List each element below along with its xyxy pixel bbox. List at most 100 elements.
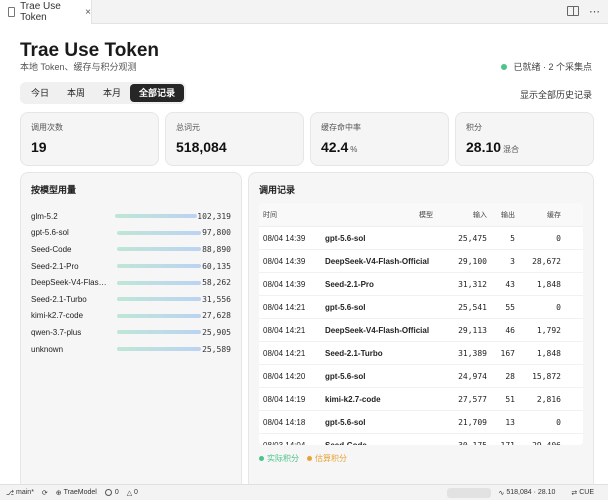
statusbar-button[interactable]: [446, 487, 491, 498]
cell-time: 08/04 14:20: [263, 371, 306, 381]
list-item: glm-5.2 102,319: [31, 208, 231, 225]
token-summary[interactable]: ∿ 518,084 · 28.10: [499, 489, 556, 497]
cell-input: 31,389: [458, 348, 487, 358]
cell-model: kimi-k2.7-code: [325, 394, 381, 404]
cell-output: 51: [505, 394, 515, 404]
usage-bar: [117, 313, 201, 318]
remote-icon: ⊕: [55, 489, 64, 497]
table-row[interactable]: 08/04 14:18 gpt-5.6-sol 21,709 13 0: [259, 411, 583, 434]
close-icon[interactable]: ×: [85, 7, 91, 18]
table-row[interactable]: 08/04 14:21 Seed-2.1-Turbo 31,389 167 1,848: [259, 342, 583, 365]
tab-all-records[interactable]: 全部记录: [130, 84, 185, 102]
time-range-tabs: 今日 本周 本月 全部记录: [20, 82, 187, 104]
sync-indicator[interactable]: ⟳: [42, 489, 48, 497]
cell-time: 08/04 14:39: [263, 279, 306, 289]
cell-input: 25,475: [458, 233, 487, 243]
usage-bar: [117, 330, 201, 335]
cell-cache: 1,848: [536, 279, 561, 289]
errors-indicator[interactable]: 0: [104, 489, 119, 496]
branch-icon: ⎇: [6, 489, 17, 497]
cell-time: 08/03 14:04: [263, 440, 306, 446]
tab-this-week[interactable]: 本周: [58, 84, 94, 102]
col-cache: 缓存: [547, 211, 561, 219]
cell-cache: 1,848: [536, 348, 561, 358]
table-header: 时间 模型 输入 输出 缓存: [259, 203, 583, 227]
cell-input: 24,974: [458, 371, 487, 381]
document-icon: [8, 7, 16, 17]
stat-value: 28.10 混合: [466, 139, 520, 155]
stat-label: 总词元: [176, 123, 200, 132]
status-text: 已就绪 · 2 个采集点: [513, 62, 592, 72]
list-item: DeepSeek-V4-Flash-Official 58,262: [31, 274, 231, 291]
activity-icon: ∿: [498, 489, 507, 497]
cell-input: 21,709: [458, 417, 487, 427]
col-time: 时间: [263, 211, 277, 219]
sync-icon: ⟳: [41, 489, 48, 497]
cue-indicator[interactable]: ⇄ CUE: [571, 489, 594, 497]
remote-indicator[interactable]: ⊕ TraeModel: [56, 489, 97, 497]
table-row[interactable]: 08/04 14:20 gpt-5.6-sol 24,974 28 15,872: [259, 365, 583, 388]
list-item: Seed-2.1-Turbo 31,556: [31, 291, 231, 308]
model-count: 60,135: [202, 261, 231, 271]
model-count: 25,905: [202, 327, 231, 337]
cell-cache: 0: [556, 417, 561, 427]
cell-cache: 2,816: [536, 394, 561, 404]
more-actions-icon[interactable]: ⋯: [589, 5, 600, 18]
table-row[interactable]: 08/04 14:21 DeepSeek-V4-Flash-Official 29,…: [259, 319, 583, 342]
cell-input: 25,541: [458, 302, 487, 312]
model-count: 25,589: [202, 344, 231, 354]
tab-this-month[interactable]: 本月: [94, 84, 130, 102]
stat-label: 调用次数: [31, 123, 63, 132]
model-count: 88,890: [202, 244, 231, 254]
statusbar-right: ∿ 518,084 · 28.10 ⇄ CUE: [446, 487, 602, 498]
model-usage-title: 按模型用量: [31, 185, 77, 195]
cell-cache: 28,672: [532, 256, 561, 266]
cell-cache: 15,872: [532, 371, 561, 381]
stat-unit: 混合: [503, 145, 520, 154]
credit-legend: 实际积分 估算积分: [259, 453, 347, 464]
table-row[interactable]: 08/04 14:39 Seed-2.1-Pro 31,312 43 1,848: [259, 273, 583, 296]
list-item: kimi-k2.7-code 27,628: [31, 308, 231, 325]
cell-output: 171: [500, 440, 515, 446]
col-output: 输出: [501, 211, 515, 219]
call-log-table[interactable]: 时间 模型 输入 输出 缓存 08/04 14:39 gpt-5.6-sol 25,…: [259, 203, 583, 445]
table-row[interactable]: 08/03 14:04 Seed-Code 30,175 171 29,406: [259, 434, 583, 446]
branch-indicator[interactable]: ⎇ main*: [6, 489, 34, 497]
cell-input: 30,175: [458, 440, 487, 446]
cell-model: gpt-5.6-sol: [325, 417, 366, 427]
page-subtitle: 本地 Token、缓存与积分观测: [20, 62, 137, 72]
legend-dot-icon: [259, 456, 264, 461]
token-dashboard: Trae Use Token 本地 Token、缓存与积分观测 已就绪 · 2 …: [0, 24, 608, 494]
model-name: Seed-2.1-Turbo: [31, 294, 87, 304]
table-row[interactable]: 08/04 14:39 gpt-5.6-sol 25,475 5 0: [259, 227, 583, 250]
stat-card-calls: 调用次数 19: [20, 112, 159, 166]
table-row[interactable]: 08/04 14:19 kimi-k2.7-code 27,577 51 2,816: [259, 388, 583, 411]
warnings-indicator[interactable]: △ 0: [127, 489, 138, 497]
table-row[interactable]: 08/04 14:21 gpt-5.6-sol 25,541 55 0: [259, 296, 583, 319]
list-item: gpt-5.6-sol 97,800: [31, 225, 231, 242]
cell-time: 08/04 14:21: [263, 348, 306, 358]
legend-item: 实际积分: [259, 453, 299, 464]
list-item: Seed-2.1-Pro 60,135: [31, 258, 231, 275]
cell-input: 31,312: [458, 279, 487, 289]
stat-value: 518,084: [176, 139, 227, 155]
tab-today[interactable]: 今日: [22, 84, 58, 102]
cell-model: Seed-2.1-Pro: [325, 279, 374, 289]
usage-bar: [117, 230, 201, 235]
stat-card-cache-hit: 缓存命中率 42.4%: [310, 112, 449, 166]
split-editor-icon[interactable]: [567, 6, 579, 16]
table-row[interactable]: 08/04 14:39 DeepSeek-V4-Flash-Official 29,…: [259, 250, 583, 273]
cell-model: Seed-2.1-Turbo: [325, 348, 383, 358]
cell-output: 3: [510, 256, 515, 266]
model-count: 102,319: [197, 211, 231, 221]
cell-cache: 29,406: [532, 440, 561, 446]
list-item: Seed-Code 88,890: [31, 241, 231, 258]
legend-label: 估算积分: [315, 454, 347, 463]
page-title: Trae Use Token: [20, 40, 160, 61]
show-all-history-link[interactable]: 显示全部历史记录: [520, 88, 592, 101]
col-input: 输入: [473, 211, 487, 219]
cell-cache: 0: [556, 233, 561, 243]
stat-card-credits: 积分 28.10 混合: [455, 112, 594, 166]
tab-trae-use-token[interactable]: Trae Use Token ×: [0, 0, 92, 24]
status-indicator: 已就绪 · 2 个采集点: [501, 60, 592, 73]
